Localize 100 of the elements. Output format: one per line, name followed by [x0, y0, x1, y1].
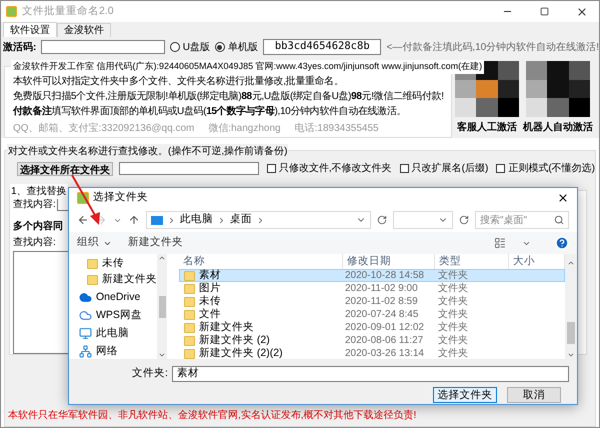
file-name: 素材 — [199, 268, 221, 282]
nav-item[interactable]: WPS网盘 — [79, 308, 157, 323]
activation-code-input[interactable] — [41, 40, 165, 54]
qr-caption: 客服人工激活 — [457, 120, 517, 135]
contact-text: QQ、邮箱、支付宝:332092136@qq.com — [13, 122, 194, 136]
info-text: 付款备注填写软件界面顶部的单机码或U盘码(15个数字与字母),10分钟内软件自动在线激活。 — [13, 106, 406, 118]
refresh-icon[interactable] — [377, 215, 387, 225]
nav-item[interactable]: 未传 — [79, 256, 157, 271]
contact-text: 微信:hangzhong — [208, 122, 281, 136]
scroll-thumb[interactable] — [567, 322, 575, 344]
annotation-arrow — [69, 173, 103, 227]
qr-caption: 机器人自动激活 — [523, 120, 593, 135]
tab[interactable]: 金浚软件 — [57, 23, 111, 37]
chevron-right-icon — [256, 216, 265, 224]
organize-button[interactable]: 组织 — [77, 235, 112, 251]
close-icon[interactable] — [576, 6, 588, 18]
find-label: 查找内容: — [13, 236, 56, 250]
tab[interactable]: 软件设置 — [3, 22, 57, 37]
folder-icon — [184, 310, 195, 320]
checkbox[interactable] — [266, 164, 276, 173]
nav-item[interactable]: 此电脑 — [79, 326, 157, 341]
folder-icon — [184, 296, 195, 306]
up-icon[interactable] — [128, 214, 140, 226]
scrollbar[interactable] — [157, 254, 167, 359]
dialog-title: 选择文件夹 — [93, 190, 148, 206]
modified-date: 2020-09-01 12:02 — [344, 322, 424, 334]
scrollbar[interactable] — [565, 254, 577, 359]
checkbox[interactable] — [400, 164, 409, 173]
file-type: 文件夹 — [437, 322, 468, 334]
checkbox[interactable] — [496, 164, 506, 173]
file-row[interactable]: 新建文件夹 (2) 2020-08-06 11:27 文件夹 — [179, 334, 565, 347]
folder-path-input[interactable] — [119, 162, 259, 175]
search-placeholder: 搜索"桌面" — [480, 214, 528, 228]
file-row[interactable]: 素材 2020-10-28 14:58 文件夹 — [179, 269, 565, 282]
help-icon[interactable] — [555, 236, 569, 250]
maximize-icon[interactable] — [540, 7, 549, 16]
file-name: 新建文件夹 — [199, 320, 254, 334]
breadcrumb-item[interactable]: 此电脑 — [180, 212, 213, 228]
scroll-up-icon[interactable] — [158, 254, 166, 262]
network-icon — [79, 345, 92, 358]
chevron-right-icon — [167, 216, 176, 224]
select-folder-button[interactable]: 选择文件夹 — [433, 387, 497, 403]
back-icon[interactable] — [77, 214, 89, 226]
file-row[interactable]: 文件 2020-07-24 8:45 文件夹 — [179, 308, 565, 321]
nav-item[interactable]: 新建文件夹 — [79, 272, 157, 287]
radio-button[interactable] — [170, 42, 180, 52]
qr-code-placeholder — [526, 61, 590, 117]
modified-date: 2020-11-02 8:59 — [344, 296, 418, 308]
folder-icon — [184, 322, 195, 332]
payment-note: <—付款备注填此码,10分钟内软件自动在线激活! — [386, 40, 599, 54]
folder-label: 文件夹: — [132, 366, 168, 382]
modified-date: 2020-10-28 14:58 — [344, 270, 424, 282]
cancel-button[interactable]: 取消 — [507, 387, 561, 403]
breadcrumb-item[interactable]: 桌面 — [230, 212, 252, 228]
view-icon[interactable] — [494, 237, 506, 249]
radio-button[interactable] — [214, 42, 225, 52]
scroll-up-icon[interactable] — [567, 259, 575, 267]
address-bar[interactable]: 此电脑 桌面 — [146, 211, 371, 229]
contact-text: 电话:18934355455 — [294, 122, 379, 136]
find-label: 查找内容: — [13, 198, 56, 212]
search-field[interactable]: 搜索"桌面" — [475, 211, 569, 229]
activation-label: 激活码: — [3, 40, 36, 54]
dropdown-field[interactable] — [393, 211, 453, 229]
app-logo-icon — [6, 6, 17, 17]
modified-date: 2020-07-24 8:45 — [344, 308, 418, 320]
choose-folder-button[interactable]: 选择文件所在文件夹 — [17, 162, 113, 176]
nav-item[interactable]: OneDrive — [79, 290, 157, 305]
scroll-down-icon[interactable] — [158, 351, 166, 359]
new-folder-button[interactable]: 新建文件夹 — [128, 235, 183, 251]
file-row[interactable]: 新建文件夹 (2)(2) 2020-03-26 13:14 文件夹 — [179, 347, 565, 360]
machine-code-field[interactable]: bb3cd4654628c8b — [262, 39, 382, 55]
file-type: 文件夹 — [437, 270, 468, 282]
group-legend: 对文件或文件夹名称进行查找修改。(操作不可逆,操作前请备份) — [7, 144, 288, 159]
cloud-icon — [79, 309, 92, 322]
group-legend: 金浚软件开发工作室 信用代码(广东):92440605MA4X049J85 官网:www.43yes.com/jinjunsoft www.jinjunsoft.com(在建) — [11, 60, 484, 74]
file-row[interactable]: 图片 2020-11-02 9:00 文件夹 — [179, 282, 565, 295]
file-type: 文件夹 — [437, 296, 468, 308]
scroll-down-icon[interactable] — [567, 351, 575, 359]
file-name: 图片 — [199, 280, 221, 295]
close-icon[interactable] — [557, 192, 569, 204]
folder-input[interactable]: 素材 — [172, 366, 569, 382]
file-name: 未传 — [199, 294, 221, 308]
computer-icon — [151, 216, 163, 224]
file-row[interactable]: 未传 2020-11-02 8:59 文件夹 — [179, 295, 565, 308]
scroll-thumb[interactable] — [158, 296, 166, 318]
group-legend: 1、查找替换 — [10, 184, 68, 199]
file-type: 文件夹 — [437, 334, 468, 346]
folder-icon — [184, 270, 195, 280]
folder-icon — [184, 284, 195, 294]
file-row[interactable]: 新建文件夹 2020-09-01 12:02 文件夹 — [179, 321, 565, 334]
nav-item[interactable]: 网络 — [79, 344, 157, 359]
folder-icon — [87, 258, 98, 268]
computer-icon — [79, 327, 92, 340]
info-text: 免费版只扫描5个文件,注册版无限制!单机版(绑定电脑)88元,U盘版(绑定自备U盘)98元!微信二维码付款! — [13, 91, 444, 103]
file-type: 文件夹 — [437, 308, 468, 320]
checkbox-label: 只改扩展名(后缀) — [412, 162, 488, 176]
search-icon — [554, 215, 564, 225]
folder-icon — [184, 336, 195, 346]
refresh-icon[interactable] — [459, 215, 469, 225]
file-type: 文件夹 — [437, 348, 468, 360]
